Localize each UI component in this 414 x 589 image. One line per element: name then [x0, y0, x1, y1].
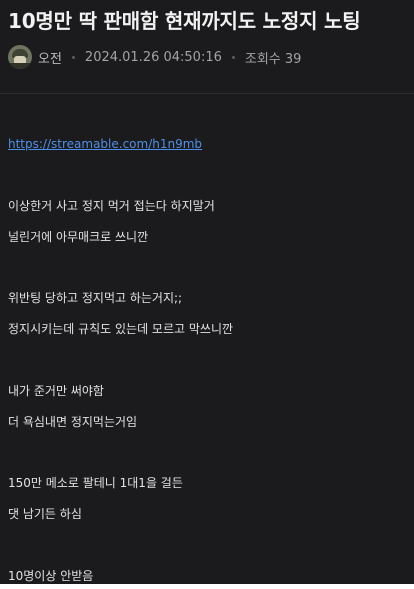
body-line: 정지시키는데 규칙도 있는데 모르고 막쓰니깐: [8, 322, 234, 336]
post-title: 10명만 딱 판매함 현재까지도 노정지 노팅: [8, 9, 361, 33]
body-line: 댓 남기든 하심: [8, 507, 82, 521]
separator-dot: [71, 55, 75, 59]
view-count: 조회수 39: [244, 51, 302, 67]
body-line: 이상한거 사고 정지 먹거 접는다 하지말거: [8, 199, 215, 213]
body-line: 150만 메소로 팔테니 1대1을 걸든: [8, 476, 183, 490]
post-meta: 오전 2024.01.26 04:50:16 조회수 39: [8, 44, 301, 70]
post-date: 2024.01.26 04:50:16: [84, 49, 222, 65]
streamable-link[interactable]: https://streamable.com/h1n9mb: [8, 137, 202, 151]
body-line: 위반팅 당하고 정지먹고 하는거지;;: [8, 291, 183, 305]
post-header: 10명만 딱 판매함 현재까지도 노정지 노팅 오전 2024.01.26 04…: [0, 0, 414, 94]
body-line: 널린거에 아무매크로 쓰니깐: [8, 230, 149, 244]
body-line: 더 욕심내면 정지먹는거임: [8, 415, 138, 429]
author-name[interactable]: 오전: [38, 48, 62, 67]
body-line: 내가 준거만 써야함: [8, 384, 104, 398]
separator-dot: [231, 55, 235, 59]
body-line: 10명이상 안받음: [8, 569, 94, 583]
post-page: 10명만 딱 판매함 현재까지도 노정지 노팅 오전 2024.01.26 04…: [0, 0, 414, 584]
author-avatar[interactable]: [8, 45, 32, 69]
